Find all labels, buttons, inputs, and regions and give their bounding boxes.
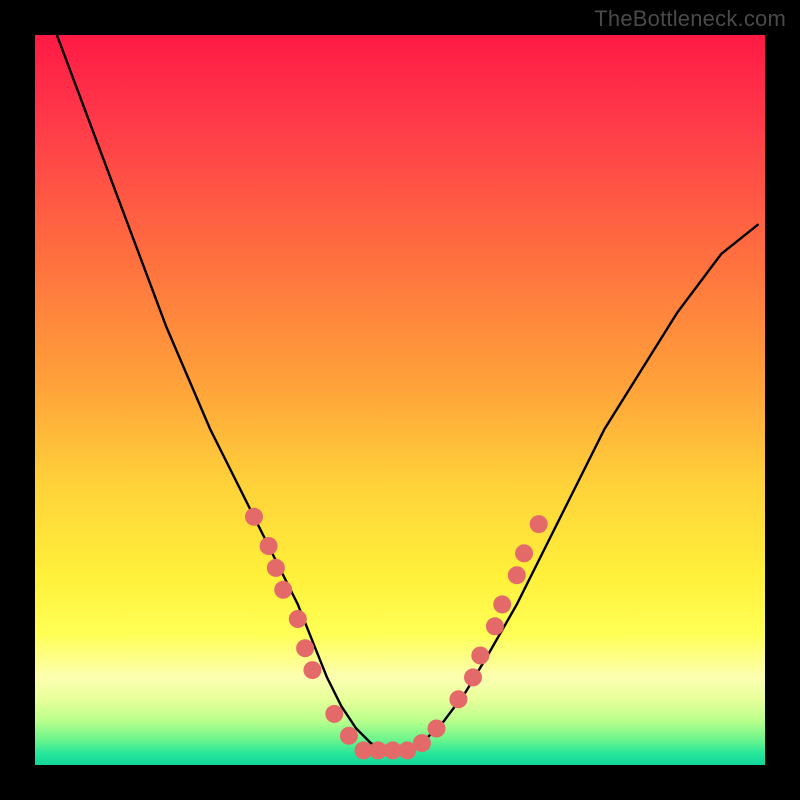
watermark-text: TheBottleneck.com xyxy=(594,6,786,32)
data-point xyxy=(449,690,467,708)
data-point xyxy=(471,647,489,665)
data-point xyxy=(413,734,431,752)
plot-area xyxy=(35,35,765,765)
data-point xyxy=(515,544,533,562)
data-point xyxy=(325,705,343,723)
data-point xyxy=(428,720,446,738)
curve-layer xyxy=(35,35,765,765)
data-point xyxy=(530,515,548,533)
data-point xyxy=(340,727,358,745)
data-point xyxy=(274,581,292,599)
data-point xyxy=(267,559,285,577)
data-point xyxy=(289,610,307,628)
data-point xyxy=(245,508,263,526)
data-point xyxy=(260,537,278,555)
chart-frame: TheBottleneck.com xyxy=(0,0,800,800)
data-point xyxy=(508,566,526,584)
data-point xyxy=(493,595,511,613)
data-points-group xyxy=(245,508,548,760)
data-point xyxy=(296,639,314,657)
bottleneck-curve xyxy=(57,35,758,750)
data-point xyxy=(464,668,482,686)
data-point xyxy=(303,661,321,679)
data-point xyxy=(486,617,504,635)
